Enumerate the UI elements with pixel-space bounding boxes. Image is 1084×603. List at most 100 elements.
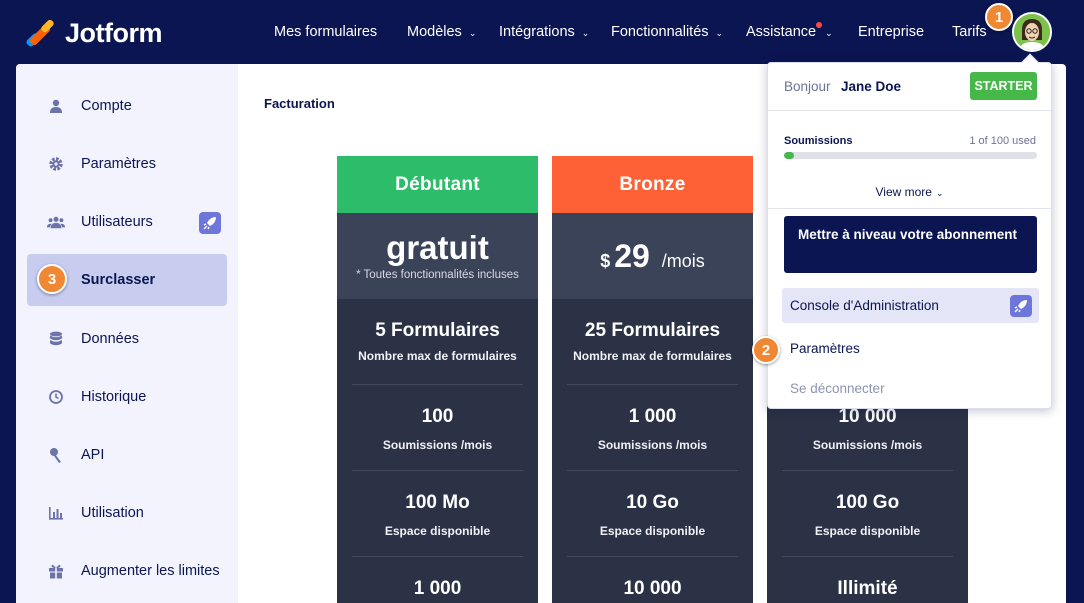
feature-label: Nombre max de formulaires <box>573 349 732 363</box>
page-title: Facturation <box>264 96 335 111</box>
divider <box>567 470 738 471</box>
gift-icon <box>47 562 65 580</box>
plan-card-bronze: Bronze $ 29 /mois 25 Formulaires Nombre m… <box>552 156 753 603</box>
feature-value: 1 000 <box>413 578 462 599</box>
feature-value: 100 Go <box>835 492 900 513</box>
plan-badge[interactable]: STARTER <box>970 72 1037 100</box>
chart-icon <box>47 504 65 522</box>
usage-label: Soumissions <box>784 135 853 147</box>
feature-label: Soumissions /mois <box>597 438 708 452</box>
sidebar-item-augmenter-limites[interactable]: Augmenter les limites <box>27 545 227 597</box>
chevron-down-icon: ⌄ <box>468 28 477 38</box>
sidebar-item-label: Augmenter les limites <box>81 563 220 579</box>
settings-sidebar: Compte Paramètres Utilisateurs 3 Surclas… <box>16 64 238 603</box>
usage-progress-fill <box>784 152 795 159</box>
sidebar-item-donnees[interactable]: Données <box>27 313 227 365</box>
plan-feature: 1 000 Soumissions /mois <box>552 406 753 452</box>
plan-header: Débutant <box>337 156 538 213</box>
sidebar-item-utilisation[interactable]: Utilisation <box>27 487 227 539</box>
plan-feature: 1 000 <box>337 578 538 600</box>
feature-value: 10 Go <box>626 492 679 513</box>
admin-console-label: Console d'Administration <box>790 298 939 313</box>
plan-card-debutant: Débutant gratuit * Toutes fonctionnalité… <box>337 156 538 603</box>
divider <box>352 384 523 385</box>
settings-link[interactable]: Paramètres <box>790 341 860 356</box>
nav-modeles[interactable]: Modèles ⌄ <box>407 24 476 40</box>
view-more-link[interactable]: View more ⌄ <box>768 185 1051 199</box>
upgrade-subscription-button[interactable]: Mettre à niveau votre abonnement <box>784 216 1037 273</box>
rocket-icon <box>199 212 221 234</box>
sidebar-item-parametres[interactable]: Paramètres <box>27 138 227 190</box>
plan-feature: 100 Mo Espace disponible <box>337 492 538 538</box>
feature-value: 5 Formulaires <box>375 320 500 341</box>
view-more-label: View more <box>875 185 932 199</box>
usage-text: 1 of 100 used <box>969 135 1036 147</box>
feature-value: 100 <box>421 406 454 427</box>
nav-entreprise[interactable]: Entreprise <box>858 24 924 40</box>
nav-label: Modèles <box>407 24 462 40</box>
gear-icon <box>47 155 65 173</box>
account-dropdown-menu: Bonjour Jane Doe STARTER Soumissions 1 o… <box>767 53 1052 409</box>
nav-label: Entreprise <box>858 24 925 40</box>
sidebar-item-historique[interactable]: Historique <box>27 371 227 423</box>
logout-link[interactable]: Se déconnecter <box>790 381 885 396</box>
api-icon <box>47 446 65 464</box>
feature-label: Soumissions /mois <box>382 438 493 452</box>
sidebar-item-label: Paramètres <box>81 156 156 172</box>
plan-price-block: gratuit * Toutes fonctionnalités incluse… <box>337 213 538 299</box>
rocket-icon <box>1010 295 1032 317</box>
feature-value: 25 Formulaires <box>584 320 721 341</box>
sidebar-item-api[interactable]: API <box>27 429 227 481</box>
user-avatar[interactable] <box>1012 12 1052 52</box>
plan-price: gratuit <box>386 229 489 266</box>
sidebar-item-label: Compte <box>81 98 132 114</box>
feature-label: Espace disponible <box>384 524 491 538</box>
plan-feature: 100 Go Espace disponible <box>767 492 968 538</box>
divider <box>782 470 953 471</box>
feature-label: Soumissions /mois <box>812 438 923 452</box>
chevron-down-icon: ⌄ <box>581 28 590 38</box>
plan-price-note: * Toutes fonctionnalités incluses <box>356 269 519 281</box>
user-icon <box>47 97 65 115</box>
callout-badge-2: 2 <box>752 336 780 364</box>
divider <box>567 384 738 385</box>
callout-badge-3: 3 <box>37 264 67 294</box>
nav-fonctionnalites[interactable]: Fonctionnalités ⌄ <box>611 24 723 40</box>
history-icon <box>47 388 65 406</box>
plan-feature: 10 000 Soumissions /mois <box>767 406 968 452</box>
feature-label: Espace disponible <box>599 524 706 538</box>
sidebar-item-label: Utilisation <box>81 505 144 521</box>
greeting-text: Bonjour <box>784 79 831 94</box>
callout-badge-1: 1 <box>985 3 1013 31</box>
nav-label: Fonctionnalités <box>611 24 709 40</box>
greeting-row: Bonjour Jane Doe STARTER <box>768 63 1051 111</box>
nav-mes-formulaires[interactable]: Mes formulaires <box>274 24 377 40</box>
brand-name: Jotform <box>65 18 163 48</box>
plan-feature: 25 Formulaires Nombre max de formulaires <box>552 320 753 363</box>
feature-value: 1 000 <box>628 406 677 427</box>
price-period: /mois <box>661 250 705 271</box>
divider <box>567 556 738 557</box>
feature-value: 100 Mo <box>405 492 470 513</box>
jotform-logo[interactable]: Jotform <box>25 18 163 49</box>
nav-integrations[interactable]: Intégrations ⌄ <box>499 24 589 40</box>
divider <box>352 556 523 557</box>
nav-label-wrap: Assistance <box>746 22 823 40</box>
feature-value: 10 000 <box>838 406 897 427</box>
notification-dot <box>816 22 823 28</box>
nav-tarifs[interactable]: Tarifs <box>952 24 987 40</box>
sidebar-item-surclasser[interactable]: 3 Surclasser <box>27 254 227 306</box>
sidebar-item-label: Données <box>81 331 140 347</box>
admin-console-link[interactable]: Console d'Administration <box>782 288 1039 323</box>
plan-price-block: $ 29 /mois <box>552 213 753 299</box>
avatar-illustration <box>1014 14 1050 50</box>
plan-header: Bronze <box>552 156 753 213</box>
plan-feature: Illimité <box>767 578 968 600</box>
nav-assistance[interactable]: Assistance ⌄ <box>746 22 833 40</box>
jotform-logo-icon <box>25 18 55 49</box>
plan-feature: 10 000 <box>552 578 753 600</box>
sidebar-item-utilisateurs[interactable]: Utilisateurs <box>27 196 227 248</box>
top-navigation-bar: Jotform Mes formulaires Modèles ⌄ Intégra… <box>0 0 1084 64</box>
chevron-down-icon: ⌄ <box>715 28 724 38</box>
sidebar-item-compte[interactable]: Compte <box>27 80 227 132</box>
